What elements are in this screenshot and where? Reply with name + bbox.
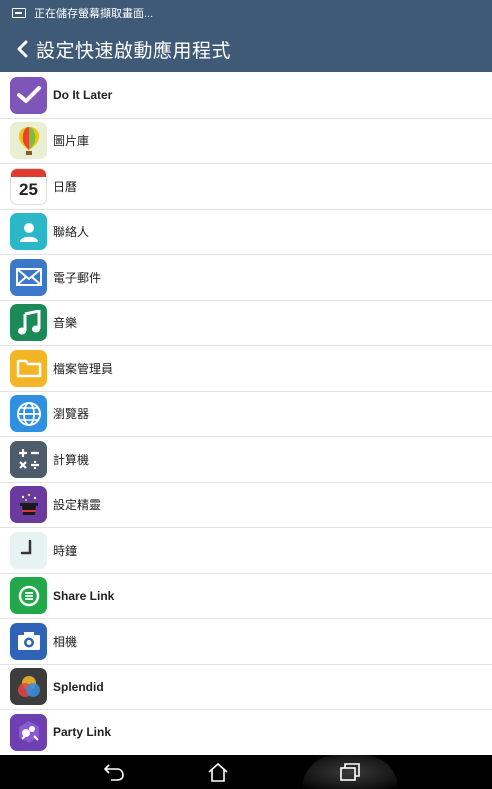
list-item-label: 電子郵件: [53, 270, 102, 285]
calculator-icon: [10, 440, 47, 478]
app-list: Do It Later 圖片庫 25 日曆 聯絡人 電子郵件 音樂 檔案管理員 …: [0, 73, 492, 756]
globe-icon: [10, 395, 47, 433]
back-icon: [103, 764, 124, 781]
contact-icon: [10, 213, 47, 251]
list-item-label: 設定精靈: [53, 498, 102, 513]
list-item-do-it-later[interactable]: Do It Later: [0, 73, 492, 119]
calendar-day: 25: [19, 179, 38, 199]
chevron-left-icon: [17, 40, 28, 58]
list-item-setup-wizard[interactable]: 設定精靈: [0, 483, 492, 528]
calendar-icon: 25: [10, 167, 47, 205]
list-item-label: 聯絡人: [53, 225, 90, 240]
list-item-clock[interactable]: 時鐘: [0, 528, 492, 574]
home-icon: [208, 762, 228, 782]
list-item-calendar[interactable]: 25 日曆: [0, 164, 492, 210]
list-item-label: Share Link: [53, 588, 115, 603]
recent-apps-icon: [340, 763, 360, 781]
list-item-calculator[interactable]: 計算機: [0, 437, 492, 483]
list-item-music[interactable]: 音樂: [0, 301, 492, 346]
status-bar: 正在儲存螢幕擷取畫面...: [0, 0, 492, 26]
list-item-party-link[interactable]: Party Link: [0, 710, 492, 756]
envelope-icon: [10, 258, 47, 296]
navigation-bar: [0, 755, 492, 789]
list-item-file-manager[interactable]: 檔案管理員: [0, 346, 492, 392]
list-item-label: 時鐘: [53, 543, 78, 558]
nav-home-button[interactable]: [198, 755, 238, 789]
splendid-icon: [10, 668, 47, 706]
nav-recent-apps-button[interactable]: [302, 755, 398, 789]
list-item-label: 計算機: [53, 452, 90, 467]
party-link-icon: [10, 713, 47, 751]
page-title: 設定快速啟動應用程式: [36, 40, 232, 62]
camera-icon: [10, 622, 47, 660]
music-note-icon: [10, 304, 47, 342]
app-bar: 設定快速啟動應用程式: [0, 26, 492, 72]
list-item-label: 音樂: [53, 316, 78, 331]
back-button[interactable]: [8, 26, 36, 72]
list-item-contacts[interactable]: 聯絡人: [0, 210, 492, 255]
list-item-label: 瀏覽器: [53, 407, 90, 422]
nav-back-button[interactable]: [94, 755, 134, 789]
balloon-icon: [10, 122, 47, 160]
list-item-label: 圖片庫: [53, 134, 90, 149]
list-item-label: Do It Later: [53, 88, 113, 103]
list-item-label: Party Link: [53, 725, 112, 740]
screenshot-icon: [12, 8, 26, 18]
list-item-email[interactable]: 電子郵件: [0, 255, 492, 301]
status-text: 正在儲存螢幕擷取畫面...: [34, 8, 154, 20]
share-link-icon: [10, 577, 47, 615]
list-item-camera[interactable]: 相機: [0, 619, 492, 665]
list-item-browser[interactable]: 瀏覽器: [0, 392, 492, 437]
checkmark-icon: [10, 76, 47, 114]
list-item-label: Splendid: [53, 679, 104, 694]
list-item-label: 日曆: [53, 179, 78, 194]
magic-hat-icon: [10, 486, 47, 524]
list-item-label: 相機: [53, 634, 78, 649]
list-item-share-link[interactable]: Share Link: [0, 574, 492, 619]
clock-icon: [10, 531, 47, 569]
list-item-splendid[interactable]: Splendid: [0, 665, 492, 710]
list-item-gallery[interactable]: 圖片庫: [0, 119, 492, 164]
list-item-label: 檔案管理員: [53, 361, 114, 376]
folder-icon: [10, 349, 47, 387]
